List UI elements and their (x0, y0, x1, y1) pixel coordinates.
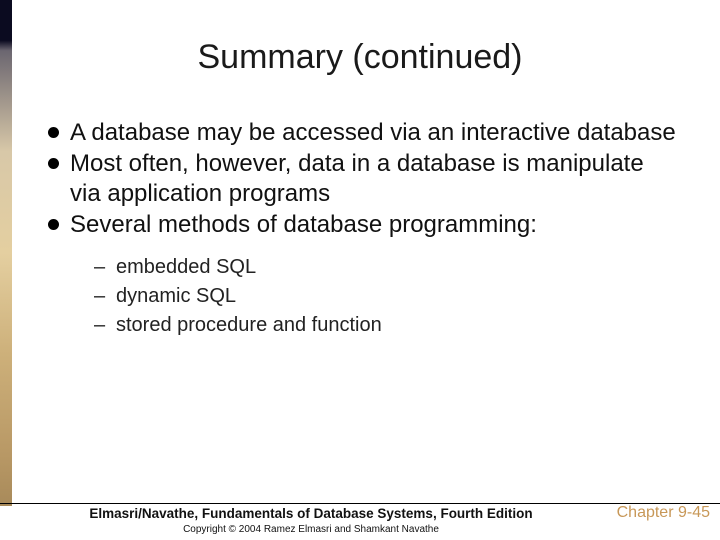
sub-bullet-text: dynamic SQL (116, 285, 236, 307)
chapter-label: Chapter 9-45 (617, 504, 710, 522)
bullet-item: Several methods of database programming:… (48, 210, 680, 340)
slide-content: A database may be accessed via an intera… (48, 118, 680, 342)
sub-bullet-item: embedded SQL (94, 253, 680, 282)
sub-bullet-text: stored procedure and function (116, 314, 382, 336)
book-title: Elmasri/Navathe, Fundamentals of Databas… (0, 506, 622, 521)
bullet-text: A database may be accessed via an intera… (70, 119, 676, 146)
bullet-text: Several methods of database programming: (70, 211, 537, 238)
sub-bullet-text: embedded SQL (116, 256, 256, 278)
bullet-text: Most often, however, data in a database … (70, 150, 644, 206)
bullet-item: A database may be accessed via an intera… (48, 118, 680, 147)
slide-title: Summary (continued) (0, 38, 720, 77)
copyright: Copyright © 2004 Ramez Elmasri and Shamk… (0, 524, 622, 535)
sub-bullet-item: dynamic SQL (94, 282, 680, 311)
sub-bullet-list: embedded SQL dynamic SQL stored procedur… (70, 253, 680, 340)
bullet-list: A database may be accessed via an intera… (48, 118, 680, 340)
footer-divider (0, 503, 720, 504)
sub-bullet-item: stored procedure and function (94, 311, 680, 340)
bullet-item: Most often, however, data in a database … (48, 149, 680, 208)
slide: Summary (continued) A database may be ac… (0, 0, 720, 540)
